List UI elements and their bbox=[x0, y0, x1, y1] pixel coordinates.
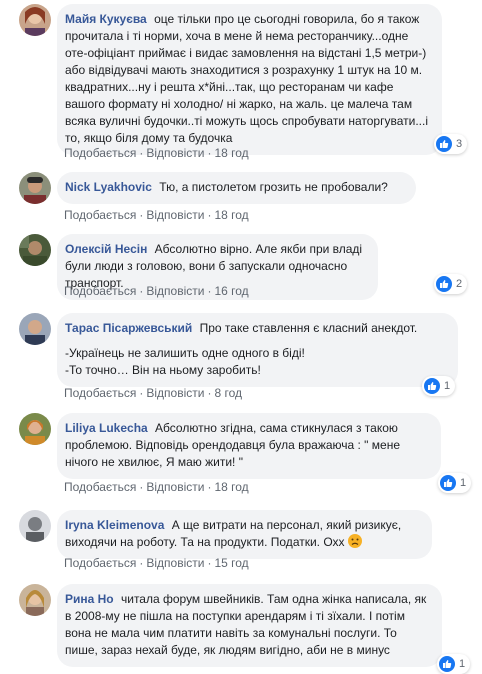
timestamp[interactable]: 18 год bbox=[214, 480, 248, 494]
reaction-count[interactable]: 3 bbox=[434, 134, 468, 154]
timestamp[interactable]: 8 год bbox=[214, 386, 242, 400]
reaction-number: 1 bbox=[444, 380, 451, 392]
reaction-count[interactable]: 1 bbox=[437, 654, 471, 674]
timestamp[interactable]: 15 год bbox=[214, 556, 248, 570]
like-button[interactable]: Подобається bbox=[64, 284, 136, 298]
comment-actions: Подобається · Відповісти · 8 год bbox=[64, 386, 242, 400]
comment-text: Про таке ставлення є класний анекдот. bbox=[199, 321, 418, 335]
comment-text-line: -Українець не залишить одне одного в бід… bbox=[65, 346, 305, 360]
comment-actions: Подобається · Відповісти · 18 год bbox=[64, 208, 249, 222]
avatar[interactable] bbox=[19, 510, 51, 542]
separator: · bbox=[139, 480, 144, 494]
reply-button[interactable]: Відповісти bbox=[146, 556, 204, 570]
comment-text: оце тільки про це сьогодні говорила, бо … bbox=[65, 12, 428, 145]
like-icon bbox=[424, 378, 440, 394]
like-button[interactable]: Подобається bbox=[64, 556, 136, 570]
timestamp[interactable]: 18 год bbox=[214, 208, 248, 222]
reaction-count[interactable]: 1 bbox=[438, 473, 472, 493]
comment-author[interactable]: Рина Но bbox=[65, 592, 114, 606]
avatar[interactable] bbox=[19, 172, 51, 204]
reaction-number: 2 bbox=[456, 278, 463, 290]
like-icon bbox=[439, 656, 455, 672]
comment-bubble: Liliya Lukecha Абсолютно згідна, сама ст… bbox=[57, 413, 441, 479]
comment-bubble: Iryna Kleimenova А ще витрати на персона… bbox=[57, 510, 432, 559]
timestamp[interactable]: 16 год bbox=[214, 284, 248, 298]
comment-bubble: Майя Кукуєва оце тільки про це сьогодні … bbox=[57, 4, 442, 155]
reply-button[interactable]: Відповісти bbox=[146, 284, 204, 298]
avatar[interactable] bbox=[19, 584, 51, 616]
reaction-count[interactable]: 2 bbox=[434, 274, 468, 294]
reaction-count[interactable]: 1 bbox=[422, 376, 456, 396]
like-icon bbox=[440, 475, 456, 491]
comment-author[interactable]: Олексій Несін bbox=[65, 242, 147, 256]
like-icon bbox=[436, 136, 452, 152]
comment-author[interactable]: Iryna Kleimenova bbox=[65, 518, 164, 532]
avatar[interactable] bbox=[19, 234, 51, 266]
comment-actions: Подобається · Відповісти · 18 год bbox=[64, 146, 249, 160]
comment-actions: Подобається · Відповісти · 16 год bbox=[64, 284, 249, 298]
reaction-number: 3 bbox=[456, 138, 463, 150]
sad-face-icon bbox=[347, 534, 362, 548]
comment-actions: Подобається · Відповісти · 15 год bbox=[64, 556, 249, 570]
reply-button[interactable]: Відповісти bbox=[146, 146, 204, 160]
avatar[interactable] bbox=[19, 4, 51, 36]
separator: · bbox=[139, 556, 144, 570]
separator: · bbox=[139, 386, 144, 400]
reaction-number: 1 bbox=[460, 477, 467, 489]
separator: · bbox=[139, 146, 144, 160]
comment-actions: Подобається · Відповісти · 18 год bbox=[64, 480, 249, 494]
comment-bubble: Nick Lyakhovic Тю, а пистолетом грозить … bbox=[57, 172, 416, 204]
reply-button[interactable]: Відповісти bbox=[146, 208, 204, 222]
separator: · bbox=[207, 480, 212, 494]
like-button[interactable]: Подобається bbox=[64, 480, 136, 494]
reaction-number: 1 bbox=[459, 658, 466, 670]
like-icon bbox=[436, 276, 452, 292]
timestamp[interactable]: 18 год bbox=[214, 146, 248, 160]
separator: · bbox=[207, 208, 212, 222]
comment-author[interactable]: Майя Кукуєва bbox=[65, 12, 147, 26]
avatar[interactable] bbox=[19, 313, 51, 345]
separator: · bbox=[207, 386, 212, 400]
separator: · bbox=[139, 208, 144, 222]
comment-author[interactable]: Тарас Пісаржевський bbox=[65, 321, 192, 335]
like-button[interactable]: Подобається bbox=[64, 386, 136, 400]
separator: · bbox=[139, 284, 144, 298]
comment-text: читала форум швейників. Там одна жінка н… bbox=[65, 592, 427, 657]
like-button[interactable]: Подобається bbox=[64, 146, 136, 160]
separator: · bbox=[207, 284, 212, 298]
avatar[interactable] bbox=[19, 413, 51, 445]
separator: · bbox=[207, 556, 212, 570]
comment-bubble: Тарас Пісаржевський Про таке ставлення є… bbox=[57, 313, 458, 387]
comment-bubble: Рина Но читала форум швейників. Там одна… bbox=[57, 584, 442, 667]
reply-button[interactable]: Відповісти bbox=[146, 386, 204, 400]
like-button[interactable]: Подобається bbox=[64, 208, 136, 222]
separator: · bbox=[207, 146, 212, 160]
comment-author[interactable]: Liliya Lukecha bbox=[65, 421, 148, 435]
reply-button[interactable]: Відповісти bbox=[146, 480, 204, 494]
comment-author[interactable]: Nick Lyakhovic bbox=[65, 180, 152, 194]
comment-text-line: -То точно… Він на ньому заробить! bbox=[65, 363, 261, 377]
comment-text: Тю, а пистолетом грозить не пробовали? bbox=[159, 180, 388, 194]
